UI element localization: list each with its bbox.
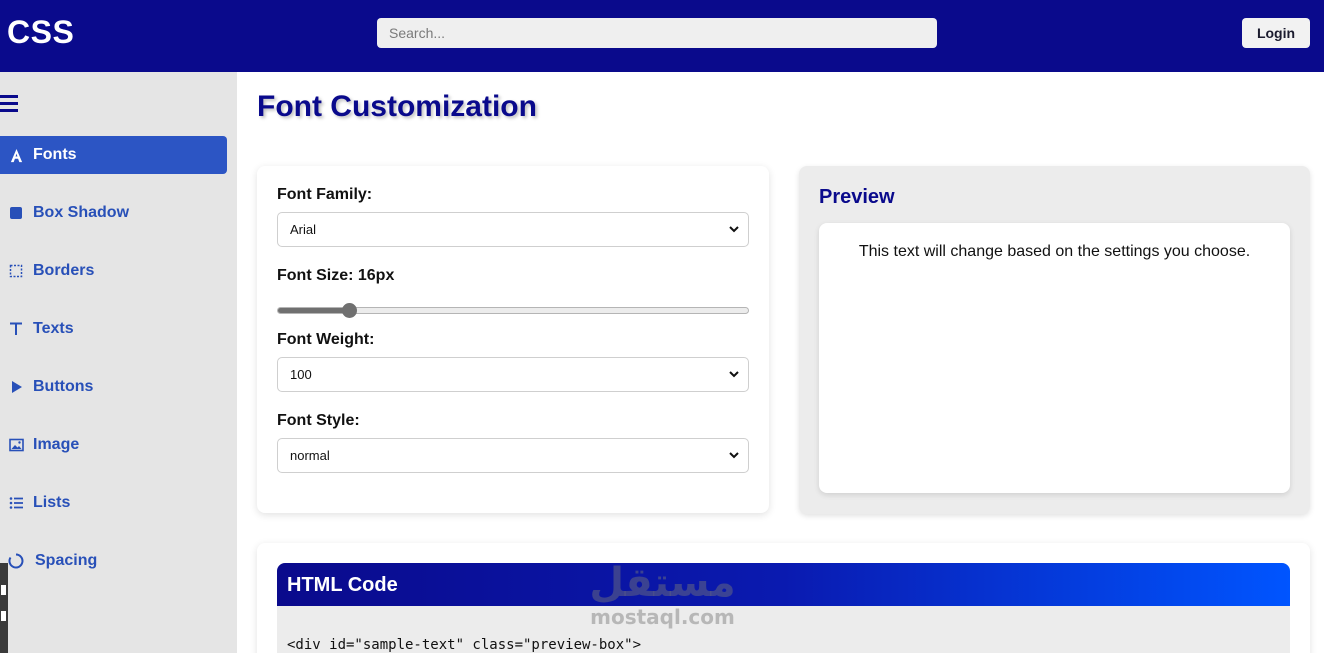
code-title: HTML Code [287,574,398,596]
edge-widget [0,563,8,653]
font-family-label: Font Family: [277,186,373,203]
page-title: Font Customization [257,90,537,123]
text-icon [8,321,24,337]
font-weight-label: Font Weight: [277,331,375,348]
preview-card: Preview This text will change based on t… [799,166,1310,514]
sidebar-item-label: Box Shadow [33,204,130,221]
preview-text: This text will change based on the setti… [858,243,1251,260]
sidebar-item-label: Buttons [33,378,94,395]
preview-box: This text will change based on the setti… [819,223,1290,493]
watermark-arabic: مستقل [589,560,736,606]
chevron-down-icon [729,452,739,459]
font-style-select[interactable]: normal [277,438,749,473]
preview-title: Preview [819,186,895,208]
code-header: HTML Code [277,563,1290,606]
font-weight-select[interactable]: 100 [277,357,749,392]
sidebar-item-texts[interactable]: Texts [0,310,227,348]
list-icon [8,495,24,511]
sidebar-item-label: Image [33,436,80,453]
font-style-value: normal [290,448,330,463]
square-icon [8,205,24,221]
slider-fill [278,308,349,313]
font-family-select[interactable]: Arial [277,212,749,247]
font-controls-card: Font Family: Arial Font Size: 16px Font … [257,166,769,513]
login-button[interactable]: Login [1242,18,1310,48]
sidebar-item-lists[interactable]: Lists [0,484,227,522]
site-logo[interactable]: CSS [7,14,74,51]
sidebar-item-image[interactable]: Image [0,426,227,464]
circle-notch-icon [8,553,24,569]
top-navbar: CSS Login [0,0,1324,72]
font-family-value: Arial [290,222,317,237]
sidebar-item-borders[interactable]: Borders [0,252,227,290]
code-block[interactable]: <div id="sample-text" class="preview-box… [277,606,1290,653]
sidebar-item-buttons[interactable]: Buttons [0,368,227,406]
sidebar-item-label: Texts [33,320,74,337]
sidebar: Fonts Box Shadow Borders Texts Buttons I… [0,72,237,653]
font-size-label: Font Size: 16px [277,267,395,284]
sidebar-item-spacing[interactable]: Spacing [0,542,227,580]
watermark-latin: mostaql.com [590,605,735,629]
font-weight-value: 100 [290,367,312,382]
slider-thumb[interactable] [341,303,357,318]
sidebar-item-label: Lists [33,494,71,511]
font-icon [8,147,24,163]
font-size-slider[interactable] [277,303,749,318]
watermark-logo: مستقل mostaql.com [580,560,745,640]
hamburger-menu-icon[interactable] [0,95,18,113]
sidebar-item-box-shadow[interactable]: Box Shadow [0,194,227,232]
chevron-down-icon [729,371,739,378]
chevron-down-icon [729,226,739,233]
image-icon [8,437,24,453]
search-input[interactable] [377,18,937,48]
sidebar-item-label: Fonts [33,146,77,163]
sidebar-item-label: Borders [33,262,95,279]
code-card: HTML Code <div id="sample-text" class="p… [257,543,1310,653]
font-style-label: Font Style: [277,412,360,429]
play-icon [8,379,24,395]
border-icon [8,263,24,279]
sidebar-item-label: Spacing [35,552,98,569]
sidebar-item-fonts[interactable]: Fonts [0,136,227,174]
